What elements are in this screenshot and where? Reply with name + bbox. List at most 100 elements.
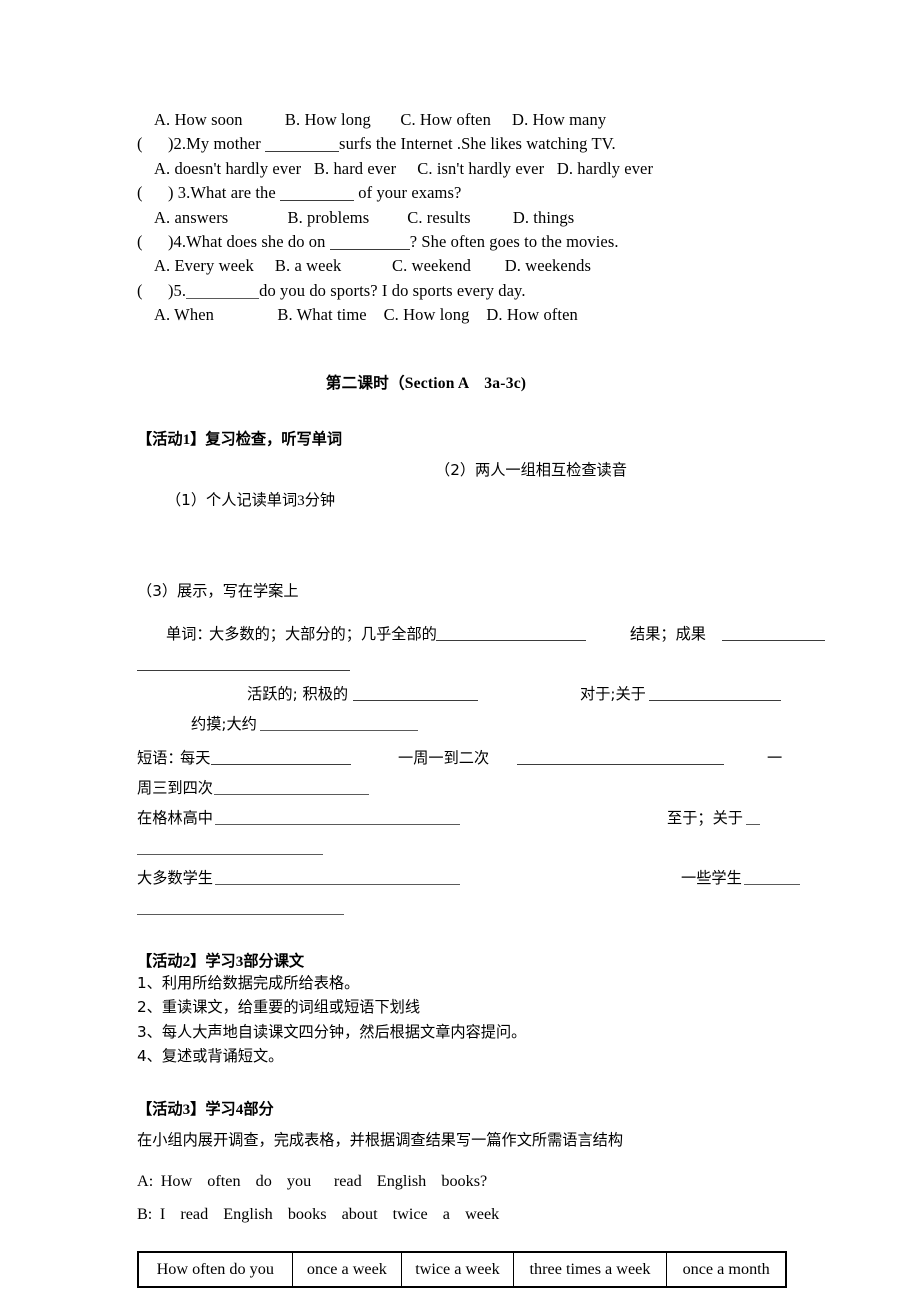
phrase-term-7: 大多数学生 [137,868,213,887]
quiz-item-3-stem-after: of your exams? [354,183,462,203]
survey-cell-question[interactable]: How often do you [137,1251,293,1288]
phrase-block: 短语： 每天 一周一到二次 一 周三到四次 在格林高中 至于；关于 大多数学生 … [137,742,800,922]
phrase-blank-4[interactable] [215,813,460,825]
activity2-step-3: 3、每人大声地自读课文四分钟，然后根据文章内容提问。 [137,1022,527,1041]
vocab-term-6: 约摸;大约 [191,714,257,733]
quiz-item-4-stem-before: What does she do on [186,232,330,252]
phrase-row-4 [137,832,787,862]
phrase-term-4: 在格林高中 [137,808,213,827]
phrase-blank-1[interactable] [211,753,351,765]
vocab-term-5: 对于;关于 [580,684,646,703]
quiz-item-2-stem-before: My mother [186,134,266,154]
phrase-term-1: 每天 [180,748,211,767]
activity1-step1-text: （1）个人记读单词 [165,490,298,509]
vocab-term-4: 活跃的; 积极的 [247,684,349,703]
activity2-step-4: 4、复述或背诵短文。 [137,1047,284,1066]
activity3-heading-suffix: 部分 [243,1100,274,1119]
worksheet-page: A. How soon B. How long C. How often D. … [0,0,920,1302]
phrase-term-5: 至于；关于 [667,808,743,827]
quiz-block: A. How soon B. How long C. How often D. … [137,108,787,328]
quiz-item-5-blank[interactable] [186,287,260,299]
phrase-row-1: 短语： 每天 一周一到二次 一 [137,742,787,772]
section-heading-en: （Section A 3a-3c) [388,374,527,392]
quiz-item-4: ( )4.What does she do on ? She often goe… [137,230,787,254]
activity2-step-1: 1、利用所给数据完成所给表格。 [137,973,360,992]
vocab-row-3: 活跃的; 积极的 对于;关于 [137,678,787,708]
quiz-item-5-options: A. When B. What time C. How long D. How … [154,305,578,325]
activity1-step2-text: （2）两人一组相互检查读音 [435,460,627,479]
activity3-heading: 【活动3】学习4部分 [137,1097,787,1119]
phrase-row-2: 周三到四次 [137,772,787,802]
vocab-label: 单词： [166,624,212,643]
section-heading-cn: 第二课时 [325,373,389,392]
activity2-step-2: 2、重读课文，给重要的词组或短语下划线 [137,998,421,1017]
activity1-heading: 【活动1】复习检查，听写单词 [137,427,787,449]
activity1-heading-suffix: 】复习检查，听写单词 [190,429,343,448]
document-body: A. How soon B. How long C. How often D. … [137,108,825,1288]
vocab-row-2 [137,648,787,678]
quiz-item-3-options: A. answers B. problems C. results D. thi… [154,207,575,227]
vocab-blank-5[interactable] [649,689,781,701]
phrase-blank-9[interactable] [137,903,344,915]
quiz-item-2: ( )2.My mother surfs the Internet .She l… [137,132,787,156]
dialogue-line-a: A: How often do you read English books? [137,1171,488,1190]
survey-table: How often do you once a week twice a wee… [137,1250,787,1288]
survey-cell-three-times-a-week[interactable]: three times a week [512,1251,668,1288]
vocab-blank-2[interactable] [722,629,825,641]
vocab-blank-4[interactable] [353,689,478,701]
phrase-blank-6[interactable] [137,843,323,855]
phrase-blank-2[interactable] [517,753,724,765]
quiz-item-4-options: A. Every week B. a week C. weekend D. we… [154,256,592,276]
quiz-item-2-marker: ( )2. [137,134,187,154]
activity3-instruction: 在小组内展开调查，完成表格，并根据调查结果写一篇作文所需语言结构 [137,1131,623,1150]
phrase-row-3: 在格林高中 至于；关于 [137,802,787,832]
survey-cell-twice-a-week[interactable]: twice a week [401,1251,514,1288]
quiz-item-4-stem-after: ? She often goes to the movies. [409,232,619,252]
vocab-row-1: 单词： 大多数的；大部分的；几乎全部的 结果；成果 [137,618,825,648]
table-row: How often do you once a week twice a wee… [137,1251,787,1288]
q1-options: A. How soon B. How long C. How often D. … [154,110,607,129]
phrase-row-6 [137,892,787,922]
phrase-blank-8[interactable] [744,873,800,885]
phrase-term-3: 周三到四次 [137,778,213,797]
quiz-item-3: ( ) 3.What are the of your exams? [137,181,787,205]
activity1-heading-prefix: 【活动 [137,429,183,448]
survey-cell-once-a-month[interactable]: once a month [666,1251,787,1288]
activity1-step1-suffix: 分钟 [304,490,336,509]
vocab-blank-6[interactable] [260,719,418,731]
vocab-blank-1[interactable] [436,629,586,641]
activity1-step1-number: 3 [297,491,305,509]
activity2-heading-mid: 】学习 [190,951,236,970]
survey-table-wrap: How often do you once a week twice a wee… [137,1250,787,1288]
activity3-heading-mid: 】学习 [190,1100,236,1119]
quiz-item-3-stem-before: What are the [190,183,281,203]
vocab-blank-3[interactable] [137,659,350,671]
activity1-step-3-row: （3）展示，写在学案上 [137,581,299,600]
vocabulary-block: 单词： 大多数的；大部分的；几乎全部的 结果；成果 活跃的; 积极的 对于;关于… [137,618,825,738]
phrase-blank-3[interactable] [214,783,369,795]
phrase-row-5: 大多数学生 一些学生 [137,862,800,892]
quiz-item-4-marker: ( )4. [137,232,187,252]
quiz-item-5: ( )5. do you do sports? I do sports every… [137,279,787,303]
vocab-term-2: 结果；成果 [630,624,711,643]
phrase-label: 短语： [137,748,183,767]
phrase-blank-5[interactable] [746,813,760,825]
quiz-item-2-options: A. doesn't hardly ever B. hard ever C. i… [154,158,654,178]
activity3-heading-prefix: 【活动 [137,1100,183,1119]
phrase-blank-7[interactable] [215,873,460,885]
phrase-term-3a: 一 [767,748,783,767]
quiz-item-3-marker: ( ) 3. [137,183,191,203]
quiz-item-3-blank[interactable] [280,189,355,202]
activity1-step-1-row: （1）个人记读单词3分钟 （2）两人一组相互检查读音 [137,455,787,576]
quiz-item-5-stem-after: do you do sports? I do sports every day. [259,280,526,300]
phrase-term-2: 一周一到二次 [398,748,494,767]
activity2-heading: 【活动2】学习3部分课文 [137,949,787,971]
quiz-item-5-marker: ( )5. [137,280,187,300]
survey-cell-once-a-week[interactable]: once a week [291,1251,403,1288]
section-heading: 第二课时（Section A 3a-3c) [137,371,787,393]
quiz-item-2-blank[interactable] [265,140,340,153]
phrase-term-8: 一些学生 [681,868,742,887]
quiz-item-4-blank[interactable] [329,238,410,251]
quiz-item-2-stem-after: surfs the Internet .She likes watching T… [339,134,616,154]
activity2-heading-suffix: 部分课文 [243,951,305,970]
